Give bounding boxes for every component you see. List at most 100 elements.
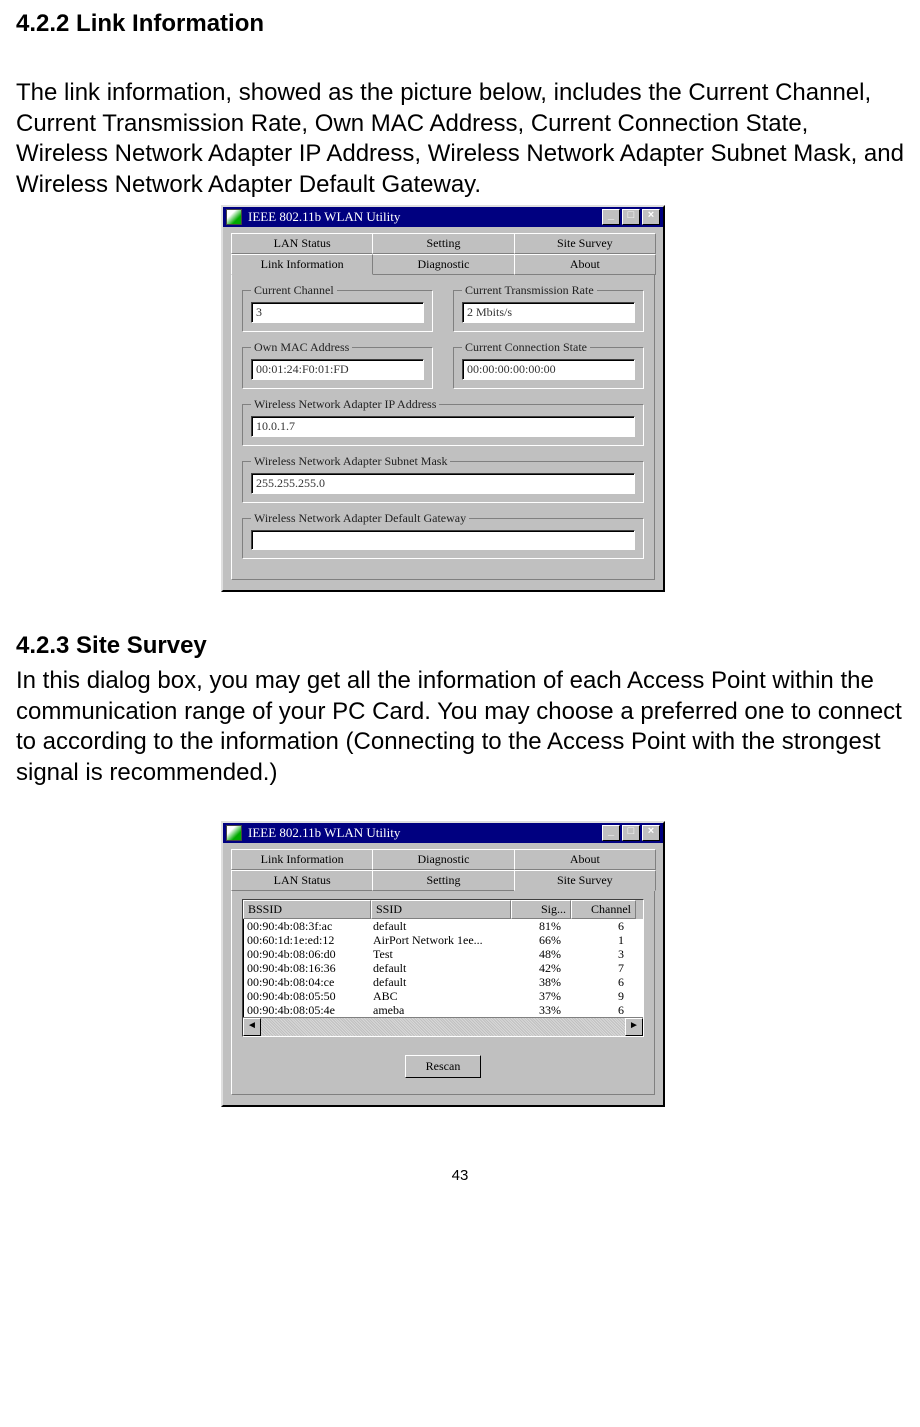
group-tx-rate: Current Transmission Rate 2 Mbits/s — [453, 283, 644, 332]
cell-bssid: 00:60:1d:1e:ed:12 — [243, 933, 369, 947]
heading-link-information: 4.2.2 Link Information — [16, 10, 904, 38]
cell-signal: 81% — [507, 919, 565, 933]
listview-header[interactable]: BSSID SSID Sig... Channel — [243, 900, 643, 919]
value-current-channel: 3 — [251, 302, 424, 323]
scroll-left-button[interactable]: ◄ — [243, 1018, 261, 1036]
col-signal[interactable]: Sig... — [511, 900, 571, 919]
tab-setting[interactable]: Setting — [372, 233, 514, 254]
close-button[interactable]: × — [642, 825, 660, 841]
col-bssid[interactable]: BSSID — [243, 900, 371, 919]
cell-signal: 37% — [507, 989, 565, 1003]
cell-signal: 66% — [507, 933, 565, 947]
cell-ssid: ameba — [369, 1003, 507, 1017]
cell-channel: 6 — [565, 919, 628, 933]
window-title: IEEE 802.11b WLAN Utility — [246, 825, 600, 841]
close-button[interactable]: × — [642, 209, 660, 225]
col-ssid[interactable]: SSID — [371, 900, 511, 919]
cell-bssid: 00:90:4b:08:05:4e — [243, 1003, 369, 1017]
page-number: 43 — [16, 1167, 904, 1184]
table-row[interactable]: 00:90:4b:08:3f:acdefault81%6 — [243, 919, 643, 933]
dialog-link-information: IEEE 802.11b WLAN Utility _ □ × LAN Stat… — [221, 205, 665, 592]
value-tx-rate: 2 Mbits/s — [462, 302, 635, 323]
scroll-track[interactable] — [261, 1018, 625, 1036]
cell-channel: 9 — [565, 989, 628, 1003]
cell-ssid: Test — [369, 947, 507, 961]
cell-bssid: 00:90:4b:08:06:d0 — [243, 947, 369, 961]
horizontal-scrollbar[interactable]: ◄ ► — [243, 1017, 643, 1036]
maximize-button[interactable]: □ — [622, 825, 640, 841]
tab-setting[interactable]: Setting — [372, 870, 514, 891]
label-ip: Wireless Network Adapter IP Address — [251, 397, 439, 412]
tab-lan-status[interactable]: LAN Status — [231, 233, 373, 254]
value-conn-state: 00:00:00:00:00:00 — [462, 359, 635, 380]
titlebar[interactable]: IEEE 802.11b WLAN Utility _ □ × — [223, 823, 663, 843]
tab-site-survey[interactable]: Site Survey — [514, 870, 656, 891]
table-row[interactable]: 00:90:4b:08:04:cedefault38%6 — [243, 975, 643, 989]
label-tx-rate: Current Transmission Rate — [462, 283, 597, 298]
cell-bssid: 00:90:4b:08:3f:ac — [243, 919, 369, 933]
cell-ssid: default — [369, 961, 507, 975]
cell-bssid: 00:90:4b:08:04:ce — [243, 975, 369, 989]
cell-bssid: 00:90:4b:08:05:50 — [243, 989, 369, 1003]
col-channel[interactable]: Channel — [571, 900, 636, 919]
listview-body[interactable]: 00:90:4b:08:3f:acdefault81%600:60:1d:1e:… — [243, 919, 643, 1017]
table-row[interactable]: 00:90:4b:08:16:36default42%7 — [243, 961, 643, 975]
group-gateway: Wireless Network Adapter Default Gateway — [242, 511, 644, 559]
tab-site-survey[interactable]: Site Survey — [514, 233, 656, 254]
cell-channel: 3 — [565, 947, 628, 961]
tab-about[interactable]: About — [514, 254, 656, 275]
group-subnet: Wireless Network Adapter Subnet Mask 255… — [242, 454, 644, 503]
label-own-mac: Own MAC Address — [251, 340, 352, 355]
cell-signal: 48% — [507, 947, 565, 961]
tab-panel-site-survey: BSSID SSID Sig... Channel 00:90:4b:08:3f… — [231, 890, 655, 1095]
cell-signal: 38% — [507, 975, 565, 989]
value-subnet: 255.255.255.0 — [251, 473, 635, 494]
group-ip: Wireless Network Adapter IP Address 10.0… — [242, 397, 644, 446]
group-own-mac: Own MAC Address 00:01:24:F0:01:FD — [242, 340, 433, 389]
dialog-site-survey: IEEE 802.11b WLAN Utility _ □ × Link Inf… — [221, 821, 665, 1107]
minimize-button[interactable]: _ — [602, 209, 620, 225]
group-current-channel: Current Channel 3 — [242, 283, 433, 332]
cell-bssid: 00:90:4b:08:16:36 — [243, 961, 369, 975]
tab-link-information[interactable]: Link Information — [231, 254, 373, 275]
label-gateway: Wireless Network Adapter Default Gateway — [251, 511, 469, 526]
tab-diagnostic[interactable]: Diagnostic — [372, 254, 514, 275]
value-ip: 10.0.1.7 — [251, 416, 635, 437]
cell-channel: 1 — [565, 933, 628, 947]
cell-ssid: AirPort Network 1ee... — [369, 933, 507, 947]
table-row[interactable]: 00:90:4b:08:05:4eameba33%6 — [243, 1003, 643, 1017]
value-gateway — [251, 530, 635, 550]
tab-link-information[interactable]: Link Information — [231, 849, 373, 870]
cell-channel: 7 — [565, 961, 628, 975]
group-conn-state: Current Connection State 00:00:00:00:00:… — [453, 340, 644, 389]
value-own-mac: 00:01:24:F0:01:FD — [251, 359, 424, 380]
ap-listview[interactable]: BSSID SSID Sig... Channel 00:90:4b:08:3f… — [242, 899, 644, 1037]
cell-ssid: default — [369, 975, 507, 989]
cell-signal: 42% — [507, 961, 565, 975]
heading-site-survey: 4.2.3 Site Survey — [16, 632, 904, 660]
app-icon — [226, 825, 242, 841]
cell-ssid: default — [369, 919, 507, 933]
cell-channel: 6 — [565, 1003, 628, 1017]
table-row[interactable]: 00:90:4b:08:05:50ABC37%9 — [243, 989, 643, 1003]
paragraph-site-survey: In this dialog box, you may get all the … — [16, 666, 904, 789]
tab-about[interactable]: About — [514, 849, 656, 870]
label-conn-state: Current Connection State — [462, 340, 590, 355]
label-current-channel: Current Channel — [251, 283, 337, 298]
cell-channel: 6 — [565, 975, 628, 989]
minimize-button[interactable]: _ — [602, 825, 620, 841]
tab-lan-status[interactable]: LAN Status — [231, 870, 373, 891]
label-subnet: Wireless Network Adapter Subnet Mask — [251, 454, 450, 469]
table-row[interactable]: 00:90:4b:08:06:d0Test48%3 — [243, 947, 643, 961]
app-icon — [226, 209, 242, 225]
scroll-right-button[interactable]: ► — [625, 1018, 643, 1036]
tab-diagnostic[interactable]: Diagnostic — [372, 849, 514, 870]
cell-signal: 33% — [507, 1003, 565, 1017]
window-title: IEEE 802.11b WLAN Utility — [246, 209, 600, 225]
tab-panel-link-info: Current Channel 3 Current Transmission R… — [231, 274, 655, 580]
maximize-button[interactable]: □ — [622, 209, 640, 225]
rescan-button[interactable]: Rescan — [405, 1055, 482, 1078]
table-row[interactable]: 00:60:1d:1e:ed:12AirPort Network 1ee...6… — [243, 933, 643, 947]
titlebar[interactable]: IEEE 802.11b WLAN Utility _ □ × — [223, 207, 663, 227]
cell-ssid: ABC — [369, 989, 507, 1003]
